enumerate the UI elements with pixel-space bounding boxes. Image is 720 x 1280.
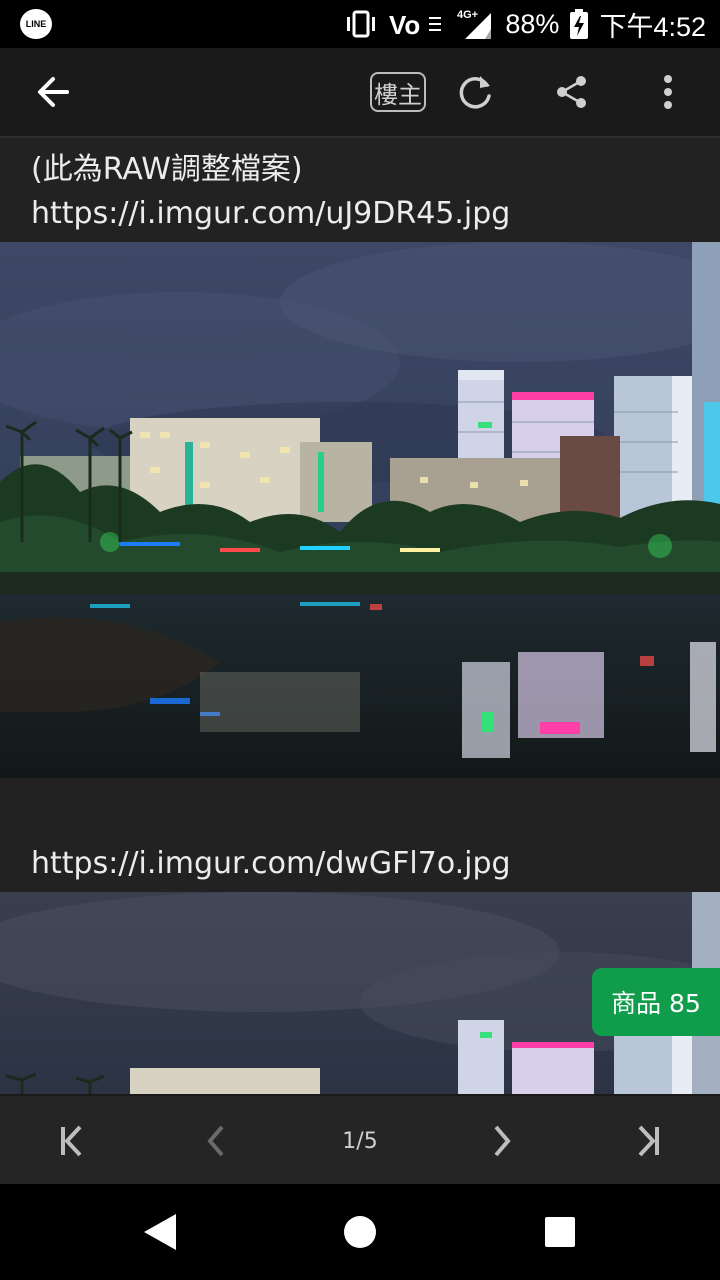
refresh-icon	[459, 76, 491, 109]
image-link-1[interactable]: https://i.imgur.com/uJ9DR45.jpg	[31, 196, 510, 231]
top-app-bar: 樓主	[0, 48, 720, 138]
triangle-back-icon	[144, 1214, 176, 1250]
share-button[interactable]	[542, 48, 602, 136]
next-page-button[interactable]	[462, 1096, 542, 1186]
op-only-button[interactable]: 樓主	[366, 48, 430, 136]
circle-home-icon	[344, 1216, 376, 1248]
svg-text:Vo: Vo	[389, 10, 420, 39]
page-indicator[interactable]: 1/5	[310, 1096, 410, 1186]
square-recents-icon	[545, 1217, 575, 1247]
refresh-button[interactable]	[446, 48, 506, 136]
clock: 下午4:52	[599, 11, 706, 42]
first-page-button[interactable]	[32, 1096, 112, 1186]
battery-percent: 88%	[505, 8, 560, 39]
line-notification-icon: LINE	[20, 9, 52, 39]
line-badge: LINE	[20, 9, 52, 39]
vibrate-icon	[343, 9, 379, 39]
back-button[interactable]	[18, 48, 88, 136]
status-bar: LINE Vo 4G+ 88% 下午4:52	[0, 0, 720, 48]
signal-icon: 4G+	[457, 7, 495, 41]
svg-text:4G+: 4G+	[457, 9, 478, 21]
op-label: 樓主	[370, 72, 426, 112]
first-page-icon	[61, 1125, 82, 1157]
post-content: (此為RAW調整檔案) https://i.imgur.com/uJ9DR45.…	[0, 138, 720, 1094]
nav-home-button[interactable]	[310, 1184, 410, 1280]
chevron-right-icon	[494, 1125, 511, 1157]
system-navigation-bar	[0, 1184, 720, 1280]
nav-recents-button[interactable]	[510, 1184, 610, 1280]
image-link-2[interactable]: https://i.imgur.com/dwGFl7o.jpg	[31, 846, 511, 881]
last-page-button[interactable]	[608, 1096, 688, 1186]
post-image-1[interactable]	[0, 242, 720, 778]
more-options-button[interactable]	[638, 48, 698, 136]
previous-page-button[interactable]	[176, 1096, 256, 1186]
battery-charging-icon	[569, 8, 589, 40]
goods-button[interactable]: 商品 85	[592, 968, 720, 1036]
arrow-left-icon	[38, 77, 69, 107]
page-navigation-bar: 1/5	[0, 1094, 720, 1186]
last-page-icon	[638, 1125, 659, 1157]
post-caption: (此為RAW調整檔案)	[31, 152, 303, 187]
share-icon	[557, 76, 586, 108]
chevron-left-icon	[207, 1125, 224, 1157]
volte-icon: Vo	[389, 9, 447, 39]
more-vert-icon	[664, 75, 672, 109]
nav-back-button[interactable]	[110, 1184, 210, 1280]
